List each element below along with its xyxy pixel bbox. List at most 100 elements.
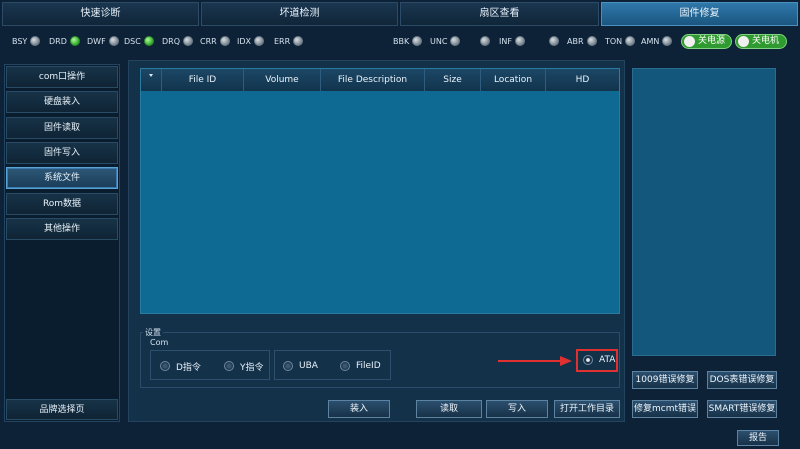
radio-icon	[340, 361, 350, 371]
radio-label: UBA	[299, 361, 318, 371]
annotation-arrow-icon	[498, 356, 572, 366]
fix-1009-button[interactable]: 1009错误修复	[632, 371, 698, 389]
sidebar-item-rom-data[interactable]: Rom数据	[6, 193, 118, 215]
col-size[interactable]: Size	[424, 69, 480, 91]
col-file-id[interactable]: File ID	[161, 69, 243, 91]
sidebar-item-other-ops[interactable]: 其他操作	[6, 218, 118, 240]
tab-bad-sector-scan[interactable]: 坏道检测	[201, 2, 398, 26]
radio-y-command[interactable]: Y指令	[224, 359, 264, 373]
indicator-abr: ABR	[567, 30, 597, 52]
status-led-icon	[662, 36, 673, 46]
indicator-label: TON	[605, 36, 623, 46]
toggle-label: 关电机	[752, 36, 780, 46]
open-work-dir-button[interactable]: 打开工作目录	[554, 400, 620, 418]
status-led-icon	[586, 36, 597, 46]
indicator-drd: DRD	[49, 30, 80, 52]
write-button[interactable]: 写入	[486, 400, 548, 418]
status-led-icon	[30, 36, 41, 46]
col-file-description[interactable]: File Description	[320, 69, 424, 91]
sidebar-item-disk-load[interactable]: 硬盘装入	[6, 91, 118, 113]
indicator-crr: CRR	[200, 30, 230, 52]
com-legend: Com	[148, 338, 171, 347]
indicator-label: ABR	[567, 36, 584, 46]
indicator-dwf: DWF	[87, 30, 119, 52]
indicator-label: INF	[499, 36, 512, 46]
indicator-unlabeled-1	[477, 30, 490, 52]
indicator-inf: INF	[499, 30, 525, 52]
status-led-icon	[625, 36, 636, 46]
system-files-table[interactable]: File ID Volume File Description Size Loc…	[140, 68, 620, 314]
radio-icon	[160, 361, 170, 371]
brand-select-button[interactable]: 品牌选择页	[6, 399, 118, 420]
radio-label: Y指令	[240, 362, 264, 373]
indicator-label: BBK	[393, 36, 410, 46]
indicator-err: ERR	[274, 30, 304, 52]
sort-column[interactable]	[141, 69, 161, 91]
status-led-icon	[450, 36, 461, 46]
radio-d-command[interactable]: D指令	[160, 359, 201, 373]
col-location[interactable]: Location	[480, 69, 545, 91]
tab-sector-view[interactable]: 扇区查看	[400, 2, 599, 26]
radio-label: FileID	[356, 361, 381, 371]
sidebar-item-system-files[interactable]: 系统文件	[6, 167, 118, 189]
indicator-dsc: DSC	[124, 30, 154, 52]
indicator-bsy: BSY	[12, 30, 41, 52]
status-led-icon	[254, 36, 264, 46]
status-led-icon	[108, 36, 119, 46]
sort-arrow-icon	[149, 74, 153, 77]
fix-dos-table-button[interactable]: DOS表错误修复	[707, 371, 777, 389]
indicator-label: UNC	[430, 36, 448, 46]
fix-mcmt-button[interactable]: 修复mcmt错误	[632, 400, 698, 418]
settings-legend: 设置	[143, 327, 163, 338]
status-led-icon	[143, 36, 154, 46]
indicator-label: CRR	[200, 36, 217, 46]
indicator-idx: IDX	[237, 30, 264, 52]
toggle-knob-icon	[684, 36, 695, 47]
read-button[interactable]: 读取	[416, 400, 482, 418]
indicator-label: DWF	[87, 36, 106, 46]
power-off-toggle[interactable]: 关电源	[681, 34, 732, 49]
indicator-label: IDX	[237, 36, 251, 46]
status-led-icon	[293, 36, 304, 46]
radio-ata[interactable]: ATA	[583, 353, 615, 367]
sidebar-item-firmware-read[interactable]: 固件读取	[6, 117, 118, 139]
indicator-label: BSY	[12, 36, 28, 46]
status-led-icon	[514, 36, 525, 46]
load-button[interactable]: 装入	[328, 400, 390, 418]
sidebar-item-com-port[interactable]: com口操作	[6, 66, 118, 88]
radio-selected-icon	[583, 355, 593, 365]
col-hd[interactable]: HD	[545, 69, 619, 91]
status-led-icon	[183, 36, 194, 46]
status-led-icon	[69, 36, 80, 46]
indicator-unc: UNC	[430, 30, 461, 52]
radio-label: ATA	[599, 355, 616, 365]
tab-quick-diagnosis[interactable]: 快速诊断	[2, 2, 199, 26]
toggle-label: 关电源	[698, 36, 726, 46]
status-led-icon	[549, 36, 559, 46]
radio-fileid[interactable]: FileID	[340, 359, 381, 373]
indicator-bbk: BBK	[393, 30, 423, 52]
indicator-label: DRD	[49, 36, 67, 46]
sidebar-item-firmware-write[interactable]: 固件写入	[6, 142, 118, 164]
indicator-label: DSC	[124, 36, 141, 46]
radio-icon	[224, 361, 234, 371]
indicator-drq: DRQ	[162, 30, 194, 52]
tab-firmware-repair[interactable]: 固件修复	[601, 2, 798, 26]
fix-smart-button[interactable]: SMART错误修复	[707, 400, 777, 418]
radio-label: D指令	[176, 362, 201, 373]
status-led-icon	[219, 36, 230, 46]
status-led-icon	[412, 36, 423, 46]
indicator-label: AMN	[641, 36, 660, 46]
right-info-panel	[632, 68, 776, 356]
report-button[interactable]: 报告	[737, 430, 779, 446]
indicator-unlabeled-2	[546, 30, 559, 52]
table-header: File ID Volume File Description Size Loc…	[141, 69, 619, 91]
col-volume[interactable]: Volume	[243, 69, 320, 91]
indicator-amn: AMN	[641, 30, 673, 52]
radio-uba[interactable]: UBA	[283, 359, 318, 373]
indicator-label: ERR	[274, 36, 291, 46]
indicator-ton: TON	[605, 30, 636, 52]
motor-off-toggle[interactable]: 关电机	[735, 34, 787, 49]
status-led-icon	[480, 36, 490, 46]
toggle-knob-icon	[738, 36, 749, 47]
